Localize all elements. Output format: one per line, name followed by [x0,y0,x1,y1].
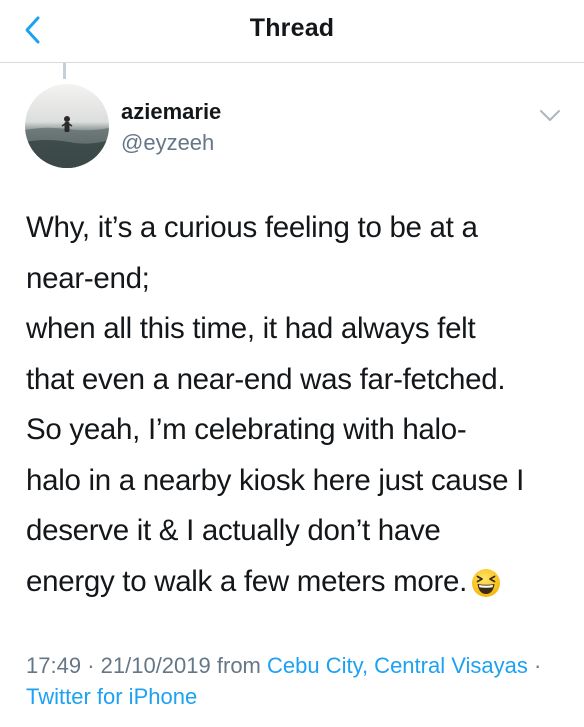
separator: · [533,653,542,678]
client-link[interactable]: Twitter for iPhone [26,684,197,709]
tweet-metadata: 17:49 · 21/10/2019 from Cebu City, Centr… [26,650,566,712]
thread-connector-line [63,63,66,79]
tweet-time: 17:49 [26,653,82,678]
location-link[interactable]: Cebu City, Central Visayas [267,653,528,678]
more-options-button[interactable] [535,103,565,129]
grinning-squinting-face-icon [471,564,501,615]
author-name[interactable]: aziemarie [121,99,221,125]
avatar-photo [25,84,109,168]
tweet-body: Why, it’s a curious feeling to be at a n… [26,203,574,614]
avatar[interactable] [25,84,109,168]
from-label: from [216,653,261,678]
page-title: Thread [249,14,335,42]
tweet-text: Why, it’s a curious feeling to be at a n… [26,211,524,598]
separator: · [87,653,95,678]
tweet-date: 21/10/2019 [100,653,211,678]
top-nav-bar: Thread [0,0,584,63]
chevron-down-icon [540,110,560,121]
author-handle[interactable]: @eyzeeh [121,130,214,156]
